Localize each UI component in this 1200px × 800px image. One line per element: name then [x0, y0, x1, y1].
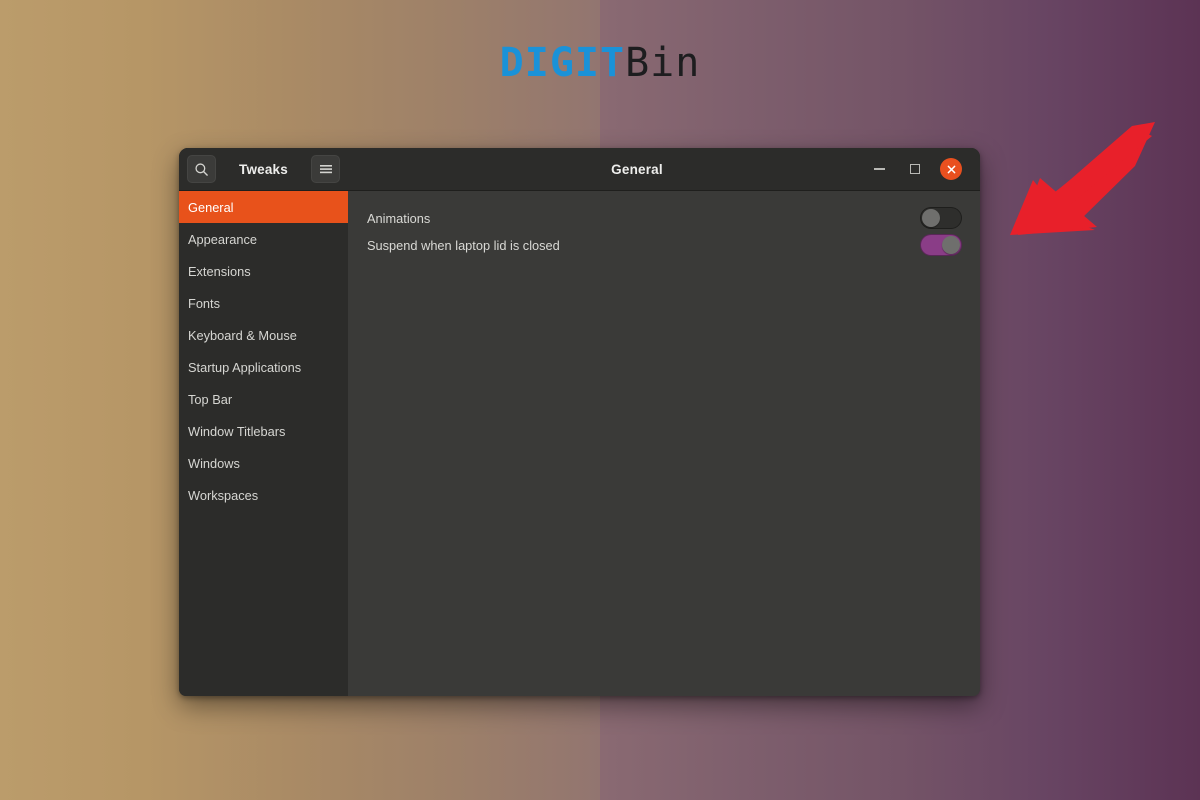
maximize-icon	[910, 164, 920, 174]
toggle-knob	[942, 236, 960, 254]
page-title: General	[406, 162, 868, 177]
gnome-tweaks-window: Tweaks General	[179, 148, 980, 696]
desktop-background: DIGITBin Tweaks	[0, 0, 1200, 800]
sidebar-item-label: Windows	[188, 456, 240, 471]
sidebar-item-general[interactable]: General	[179, 191, 348, 223]
headerbar-left-section: Tweaks	[179, 148, 348, 190]
setting-label: Suspend when laptop lid is closed	[367, 238, 920, 253]
annotation-arrow-icon	[960, 122, 1155, 237]
app-title: Tweaks	[224, 162, 303, 177]
settings-panel: Animations Suspend when laptop lid is cl…	[348, 191, 980, 696]
headerbar-right-section: General	[348, 148, 980, 190]
animations-toggle[interactable]	[920, 207, 962, 229]
toggle-knob	[922, 209, 940, 227]
window-controls	[868, 158, 970, 180]
setting-row-suspend-when-laptop-lid-is-closed: Suspend when laptop lid is closed	[367, 232, 962, 258]
sidebar-item-label: Fonts	[188, 296, 220, 311]
sidebar-item-label: General	[188, 200, 234, 215]
maximize-button[interactable]	[904, 158, 926, 180]
minimize-button[interactable]	[868, 158, 890, 180]
close-button[interactable]	[940, 158, 962, 180]
window-headerbar: Tweaks General	[179, 148, 980, 191]
suspend-lid-closed-toggle[interactable]	[920, 234, 962, 256]
sidebar-navigation: General Appearance Extensions Fonts Keyb…	[179, 191, 348, 696]
sidebar-item-label: Keyboard & Mouse	[188, 328, 297, 343]
watermark-text-primary: DIGIT	[500, 40, 625, 86]
sidebar-item-startup-applications[interactable]: Startup Applications	[179, 351, 348, 383]
setting-row-animations: Animations	[367, 205, 962, 231]
minimize-icon	[874, 168, 885, 170]
sidebar-item-keyboard-and-mouse[interactable]: Keyboard & Mouse	[179, 319, 348, 351]
setting-label: Animations	[367, 211, 920, 226]
sidebar-item-label: Appearance	[188, 232, 257, 247]
sidebar-item-windows[interactable]: Windows	[179, 447, 348, 479]
sidebar-item-label: Workspaces	[188, 488, 258, 503]
watermark-text-secondary: Bin	[625, 40, 700, 86]
sidebar-item-appearance[interactable]: Appearance	[179, 223, 348, 255]
sidebar-item-label: Window Titlebars	[188, 424, 285, 439]
sidebar-item-label: Startup Applications	[188, 360, 301, 375]
sidebar-item-window-titlebars[interactable]: Window Titlebars	[179, 415, 348, 447]
close-icon	[946, 164, 957, 175]
sidebar-item-label: Extensions	[188, 264, 251, 279]
sidebar-item-extensions[interactable]: Extensions	[179, 255, 348, 287]
search-icon	[194, 162, 209, 177]
window-body: General Appearance Extensions Fonts Keyb…	[179, 191, 980, 696]
menu-button[interactable]	[311, 155, 340, 183]
sidebar-item-top-bar[interactable]: Top Bar	[179, 383, 348, 415]
sidebar-item-workspaces[interactable]: Workspaces	[179, 479, 348, 511]
digitbin-watermark: DIGITBin	[0, 40, 1200, 86]
search-button[interactable]	[187, 155, 216, 183]
sidebar-item-fonts[interactable]: Fonts	[179, 287, 348, 319]
sidebar-item-label: Top Bar	[188, 392, 232, 407]
hamburger-menu-icon	[319, 163, 333, 175]
